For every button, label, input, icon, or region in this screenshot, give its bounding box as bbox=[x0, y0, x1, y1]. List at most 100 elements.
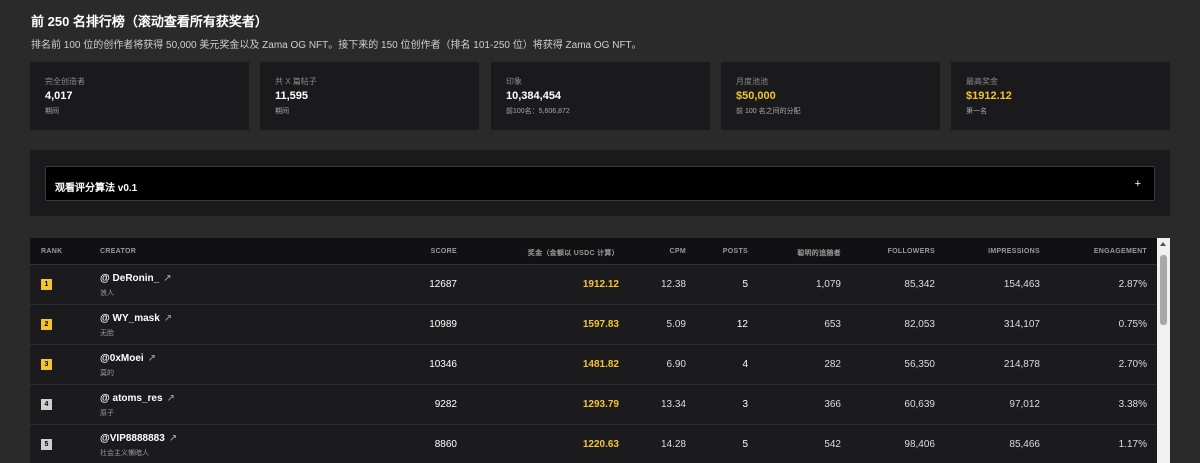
stat-card-posts: 共 X 篇帖子 11,595 期间 bbox=[260, 62, 479, 130]
header-creator[interactable]: CREATOR bbox=[100, 248, 136, 255]
stat-card-pool: 月度池池 $50,000 前 100 名之间的分配 bbox=[721, 62, 940, 130]
stat-card-top-prize: 最高奖金 $1912.12 第一名 bbox=[951, 62, 1170, 130]
creator-link[interactable]: @ WY_mask ↗ bbox=[100, 313, 172, 324]
stats-row: 完全创造者 4,017 期间 共 X 篇帖子 11,595 期间 印象 10,3… bbox=[30, 62, 1170, 130]
creator-nickname: 无脸 bbox=[100, 330, 114, 337]
impressions-cell: 314,107 bbox=[1003, 319, 1040, 330]
stat-sub: 期间 bbox=[275, 108, 289, 115]
creator-handle[interactable]: @VIP8888883 bbox=[100, 433, 165, 444]
score-cell: 10346 bbox=[429, 359, 457, 370]
page-subtitle: 排名前 100 位的创作者将获得 50,000 美元奖金以及 Zama OG N… bbox=[31, 40, 642, 51]
engagement-cell: 1.17% bbox=[1118, 439, 1147, 450]
header-smart-followers[interactable]: 聪明的追随者 bbox=[797, 248, 841, 258]
engagement-cell: 2.70% bbox=[1118, 359, 1147, 370]
stat-value: $1912.12 bbox=[966, 90, 1012, 102]
followers-cell: 56,350 bbox=[904, 359, 935, 370]
table-header: RANK CREATOR SCORE 奖金（金额以 USDC 计算） CPM P… bbox=[30, 238, 1157, 265]
score-cell: 9282 bbox=[434, 399, 457, 410]
stat-card-creators: 完全创造者 4,017 期间 bbox=[30, 62, 249, 130]
header-impressions[interactable]: IMPRESSIONS bbox=[988, 248, 1040, 255]
posts-cell: 5 bbox=[742, 439, 748, 450]
external-link-icon[interactable]: ↗ bbox=[167, 393, 175, 404]
posts-cell: 12 bbox=[736, 319, 748, 330]
followers-cell: 60,639 bbox=[904, 399, 935, 410]
cpm-cell: 13.34 bbox=[660, 399, 686, 410]
stat-label: 完全创造者 bbox=[45, 77, 85, 86]
smart-followers-cell: 282 bbox=[824, 359, 841, 370]
stat-sub: 第一名 bbox=[966, 108, 987, 115]
engagement-cell: 2.87% bbox=[1118, 279, 1147, 290]
followers-cell: 98,406 bbox=[904, 439, 935, 450]
rank-badge: 2 bbox=[41, 319, 52, 330]
stat-sub: 前 100 名之间的分配 bbox=[736, 108, 801, 115]
table-row[interactable]: 5 @VIP8888883 ↗ 社会主义懒暗人 8860 1220.63 14.2… bbox=[30, 425, 1157, 463]
header-score[interactable]: SCORE bbox=[431, 248, 457, 255]
stat-value: $50,000 bbox=[736, 90, 776, 102]
stat-value: 11,595 bbox=[275, 90, 309, 102]
expand-plus-icon[interactable]: + bbox=[1135, 178, 1141, 190]
external-link-icon[interactable]: ↗ bbox=[164, 313, 172, 324]
creator-link[interactable]: @0xMoei ↗ bbox=[100, 353, 156, 364]
leaderboard-table: RANK CREATOR SCORE 奖金（金额以 USDC 计算） CPM P… bbox=[30, 238, 1170, 463]
page-title: 前 250 名排行榜（滚动查看所有获奖者） bbox=[31, 14, 268, 29]
creator-nickname: 社会主义懒暗人 bbox=[100, 450, 149, 457]
score-cell: 12687 bbox=[429, 279, 457, 290]
header-rank[interactable]: RANK bbox=[41, 248, 62, 255]
header-cpm[interactable]: CPM bbox=[670, 248, 686, 255]
stat-label: 印象 bbox=[506, 77, 522, 86]
table-row[interactable]: 4 @ atoms_res ↗ 原子 9282 1293.79 13.34 3 3… bbox=[30, 385, 1157, 425]
algorithm-label: 观看评分算法 v0.1 bbox=[55, 183, 138, 194]
creator-nickname: 原子 bbox=[100, 410, 114, 417]
external-link-icon[interactable]: ↗ bbox=[163, 273, 171, 284]
posts-cell: 3 bbox=[742, 399, 748, 410]
rank-badge: 4 bbox=[41, 399, 52, 410]
stat-label: 最高奖金 bbox=[966, 77, 998, 86]
followers-cell: 82,053 bbox=[904, 319, 935, 330]
scroll-up-arrow-icon[interactable] bbox=[1160, 242, 1166, 246]
cpm-cell: 5.09 bbox=[666, 319, 686, 330]
creator-nickname: 莫的 bbox=[100, 370, 114, 377]
creator-nickname: 浪人 bbox=[100, 290, 114, 297]
external-link-icon[interactable]: ↗ bbox=[169, 433, 177, 444]
prize-cell: 1597.83 bbox=[582, 319, 619, 330]
score-cell: 8860 bbox=[434, 439, 457, 450]
header-followers[interactable]: FOLLOWERS bbox=[888, 248, 935, 255]
smart-followers-cell: 653 bbox=[824, 319, 841, 330]
creator-handle[interactable]: @ WY_mask bbox=[100, 313, 160, 324]
posts-cell: 4 bbox=[742, 359, 748, 370]
header-engagement[interactable]: ENGAGEMENT bbox=[1094, 248, 1147, 255]
stat-card-impressions: 印象 10,384,454 前100名：5,606,872 bbox=[491, 62, 710, 130]
smart-followers-cell: 366 bbox=[824, 399, 841, 410]
algorithm-panel: 观看评分算法 v0.1 + bbox=[30, 150, 1170, 216]
creator-link[interactable]: @VIP8888883 ↗ bbox=[100, 433, 177, 444]
prize-cell: 1293.79 bbox=[582, 399, 619, 410]
cpm-cell: 12.38 bbox=[660, 279, 686, 290]
cpm-cell: 14.28 bbox=[660, 439, 686, 450]
table-row[interactable]: 1 @ DeRonin_ ↗ 浪人 12687 1912.12 12.38 5 1… bbox=[30, 265, 1157, 305]
creator-link[interactable]: @ DeRonin_ ↗ bbox=[100, 273, 172, 284]
cpm-cell: 6.90 bbox=[666, 359, 686, 370]
stat-value: 4,017 bbox=[45, 90, 73, 102]
table-row[interactable]: 3 @0xMoei ↗ 莫的 10346 1481.82 6.90 4 282 5… bbox=[30, 345, 1157, 385]
impressions-cell: 97,012 bbox=[1009, 399, 1040, 410]
table-scrollbar[interactable] bbox=[1157, 238, 1170, 463]
algorithm-accordion[interactable]: 观看评分算法 v0.1 + bbox=[45, 166, 1155, 201]
engagement-cell: 0.75% bbox=[1118, 319, 1147, 330]
posts-cell: 5 bbox=[742, 279, 748, 290]
engagement-cell: 3.38% bbox=[1118, 399, 1147, 410]
creator-handle[interactable]: @ DeRonin_ bbox=[100, 273, 159, 284]
header-posts[interactable]: POSTS bbox=[723, 248, 748, 255]
prize-cell: 1481.82 bbox=[582, 359, 619, 370]
followers-cell: 85,342 bbox=[904, 279, 935, 290]
external-link-icon[interactable]: ↗ bbox=[148, 353, 156, 364]
score-cell: 10989 bbox=[429, 319, 457, 330]
rank-badge: 1 bbox=[41, 279, 52, 290]
table-row[interactable]: 2 @ WY_mask ↗ 无脸 10989 1597.83 5.09 12 65… bbox=[30, 305, 1157, 345]
creator-handle[interactable]: @0xMoei bbox=[100, 353, 144, 364]
header-prize[interactable]: 奖金（金额以 USDC 计算） bbox=[528, 248, 619, 258]
creator-link[interactable]: @ atoms_res ↗ bbox=[100, 393, 175, 404]
scrollbar-thumb[interactable] bbox=[1160, 255, 1167, 325]
stat-value: 10,384,454 bbox=[506, 90, 562, 102]
impressions-cell: 154,463 bbox=[1003, 279, 1040, 290]
creator-handle[interactable]: @ atoms_res bbox=[100, 393, 163, 404]
